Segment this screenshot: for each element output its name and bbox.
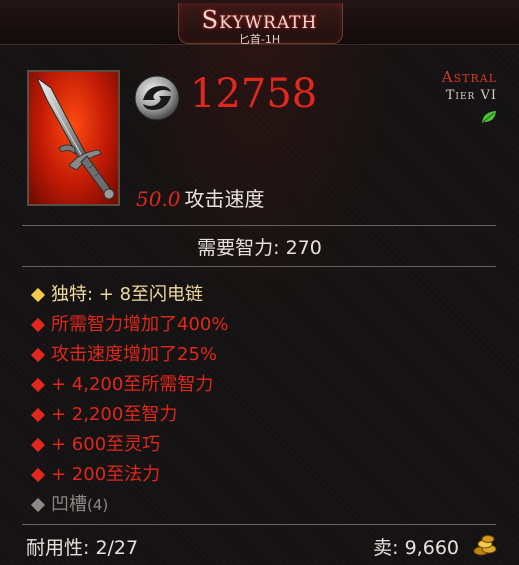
affix-bullet-icon (30, 347, 46, 363)
durability-text: 耐用性: 2/27 (26, 537, 139, 559)
dagger-icon (35, 76, 115, 200)
item-name: Skywrath (201, 6, 318, 34)
tooltip-header: Skywrath 匕首-1H (0, 0, 519, 46)
affix-affix: 所需智力增加了400% (30, 310, 228, 340)
swirl-damage-icon (134, 75, 180, 121)
affix-text: 所需智力增加了400% (51, 314, 229, 335)
damage-value: 12758 (190, 71, 318, 117)
item-type: 匕首-1H (238, 33, 281, 46)
affix-text: 独特: + 8至闪电链 (51, 284, 204, 305)
attack-speed-value: 50.0 (136, 187, 181, 211)
affix-bullet-icon (30, 317, 46, 333)
rarity-label: Astral (441, 68, 497, 86)
tier-label: Tier VI (445, 88, 497, 103)
affix-affix: + 4,200至所需智力 (30, 370, 228, 400)
affix-bullet-icon (30, 497, 46, 513)
attack-speed: 50.0 攻击速度 (136, 186, 265, 212)
attack-speed-label: 攻击速度 (184, 187, 265, 211)
sell-price: 卖: 9,660 (373, 537, 459, 559)
affix-bullet-icon (30, 287, 46, 303)
affix-affix: + 2,200至智力 (30, 400, 228, 430)
gold-coins-icon (473, 535, 497, 556)
affix-bullet-icon (30, 437, 46, 453)
affix-affix: + 600至灵巧 (30, 430, 228, 460)
divider (22, 524, 496, 525)
item-tooltip: Skywrath 匕首-1H 12758 Astral Tier VI 50.0… (0, 0, 519, 565)
affix-text: + 200至法力 (51, 464, 161, 485)
affix-unique: 独特: + 8至闪电链 (30, 280, 228, 310)
affix-text: 攻击速度增加了25% (51, 344, 218, 365)
affix-text: + 600至灵巧 (51, 434, 161, 455)
item-image (27, 70, 120, 206)
affix-text: + 2,200至智力 (51, 404, 178, 425)
affix-bullet-icon (30, 467, 46, 483)
socket-count: (4) (87, 496, 109, 514)
affix-text: 凹槽 (51, 494, 87, 515)
requirement-text: 需要智力: 270 (197, 237, 322, 259)
affix-socket: 凹槽 (4) (30, 490, 228, 520)
affix-affix: + 200至法力 (30, 460, 228, 490)
green-leaf-icon (482, 111, 496, 123)
affix-bullet-icon (30, 407, 46, 423)
affix-list: 独特: + 8至闪电链所需智力增加了400% 攻击速度增加了25% + 4,200至… (30, 280, 228, 520)
divider (22, 266, 496, 267)
divider (22, 225, 496, 226)
affix-affix: 攻击速度增加了25% (30, 340, 228, 370)
affix-bullet-icon (30, 377, 46, 393)
affix-text: + 4,200至所需智力 (51, 374, 214, 395)
